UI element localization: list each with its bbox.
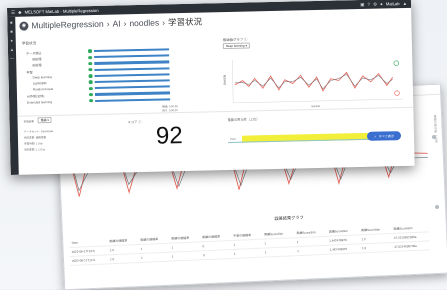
train-step-label: AI作成(全体): [26, 94, 45, 99]
y-axis-label: 目的変数: [223, 74, 227, 85]
background-results-table: Time 実績の値幅率 実績の値幅率 実績の値幅率 実績の値幅率 予測の値幅率 実績Scor…: [69, 223, 430, 266]
breadcrumb-project[interactable]: MultipleRegression: [31, 19, 104, 31]
info-row-1: 目的変数: 価格変動: [23, 136, 47, 140]
train-step-label: LightGBM: [32, 81, 47, 86]
status-ok-icon: [88, 80, 93, 84]
status-ok-icon: [88, 67, 92, 72]
table-cell: 1.0: [359, 242, 393, 253]
graph-panel-title: 推論値グラフ ⓘ: [222, 37, 248, 43]
train-panel-title: 学習状況: [21, 41, 37, 46]
settings-icon[interactable]: ⚙: [373, 1, 377, 7]
data-icon[interactable]: ■: [10, 29, 13, 34]
app-logo-icon: ◆: [18, 9, 22, 15]
info-row-3: 目的変数 1: 1 Day: [24, 148, 46, 152]
table-cell: 1: [262, 246, 296, 258]
progress-bar: [93, 48, 170, 53]
ai-icon[interactable]: ●: [10, 38, 13, 43]
breadcrumb-ai[interactable]: AI: [112, 18, 120, 28]
breadcrumb: ◉ MultipleRegression › AI › noodles › 学習…: [19, 16, 202, 32]
result-label: 学習結果: [23, 120, 35, 124]
status-ok-icon: [89, 98, 93, 103]
table-cell: 1: [169, 250, 202, 262]
user-icon[interactable]: ●: [380, 1, 383, 6]
status-ok-icon: [87, 49, 92, 53]
status-ok-icon: [88, 74, 93, 78]
help-icon[interactable]: ?: [367, 2, 370, 7]
x-axis-label: Sample: [311, 104, 320, 108]
table-cell: 1: [138, 252, 171, 263]
title-bar: ☰ ◆ MELSOFT MaiLab - MultipleRegression …: [7, 0, 412, 17]
wave-icon[interactable]: 〜: [10, 56, 14, 62]
importance-title: 重要の寄与度（上位）: [227, 117, 260, 123]
info-icon[interactable]: ⓘ: [244, 38, 247, 42]
table-cell: 1.0: [107, 253, 140, 264]
importance-label: Pred: [230, 137, 236, 141]
window-title: MELSOFT MaiLab - MultipleRegression: [24, 7, 99, 15]
train-step-label: 前処理: [32, 63, 42, 68]
save-icon[interactable]: ▣: [360, 1, 364, 7]
user-name[interactable]: MaiLab: [386, 1, 400, 6]
progress-bar: [95, 97, 171, 102]
progress-bar: [94, 54, 170, 59]
train-step-label: 学習: [26, 70, 33, 75]
notification-icon[interactable]: ▲: [402, 1, 407, 6]
table-cell: 47.0214035746a: [392, 240, 430, 252]
show-all-button[interactable]: ✓ すべて表示: [366, 131, 402, 141]
train-step-label: Extended learning: [27, 99, 53, 105]
chevron-right-icon: ›: [162, 17, 166, 28]
background-graph-title: 誤差結果グラフ: [274, 214, 304, 222]
info-icon[interactable]: ⓘ: [138, 120, 141, 124]
score-title: スコア ⓘ: [127, 119, 142, 125]
status-ok-icon: [88, 61, 92, 66]
table-cell: 2022-06-17T11:0: [69, 254, 109, 266]
score-value: 92: [155, 122, 183, 150]
status-ok-icon: [88, 86, 93, 91]
train-step-label: 前処理: [32, 57, 42, 62]
table-cell: 1.442478976: [327, 243, 361, 255]
chevron-right-icon: ›: [123, 18, 127, 29]
train-step-label: Deep learning: [32, 74, 52, 80]
table-cell: 1: [295, 245, 328, 256]
result-select[interactable]: 推論 ▾: [37, 117, 52, 124]
background-side-title: 重要の寄与度（上位）: [433, 114, 439, 146]
train-step-label: データ読込: [25, 51, 42, 56]
check-icon: ✓: [373, 134, 377, 139]
project-icon: ◉: [19, 21, 29, 31]
prediction-line-chart: 目的変数 Sample: [223, 59, 404, 108]
progress-bar: [94, 73, 170, 78]
info-row-2: 学習時間: 1 Day: [24, 142, 43, 146]
main-window: ☰ ◆ MELSOFT MaiLab - MultipleRegression …: [7, 0, 415, 175]
status-ok-icon: [88, 55, 92, 60]
home-icon[interactable]: ■: [10, 20, 13, 25]
chart-icon[interactable]: ▲: [10, 47, 14, 52]
progress-bar: [94, 91, 170, 96]
progress-bar: [94, 79, 170, 84]
dataset-label: データセット: CarssDaat: [23, 129, 54, 134]
table-cell: 1: [231, 248, 264, 259]
chevron-right-icon: ›: [106, 18, 110, 29]
status-ok-icon: [88, 92, 93, 97]
breadcrumb-model[interactable]: noodles: [129, 18, 159, 29]
left-toolbar: ■ ■ ● ▲ 〜: [7, 16, 19, 175]
table-cell: 0: [200, 249, 233, 260]
train-step-label: Random forest: [32, 87, 54, 92]
progress-bar: [94, 60, 170, 65]
info-icon[interactable]: [434, 204, 440, 210]
progress-bar: [94, 66, 170, 71]
model-select[interactable]: Deep learning ▾: [222, 42, 251, 50]
progress-bar: [94, 85, 170, 90]
menu-icon[interactable]: ☰: [11, 9, 15, 15]
page-title: 学習状況: [167, 16, 203, 28]
section-divider: [17, 106, 414, 117]
